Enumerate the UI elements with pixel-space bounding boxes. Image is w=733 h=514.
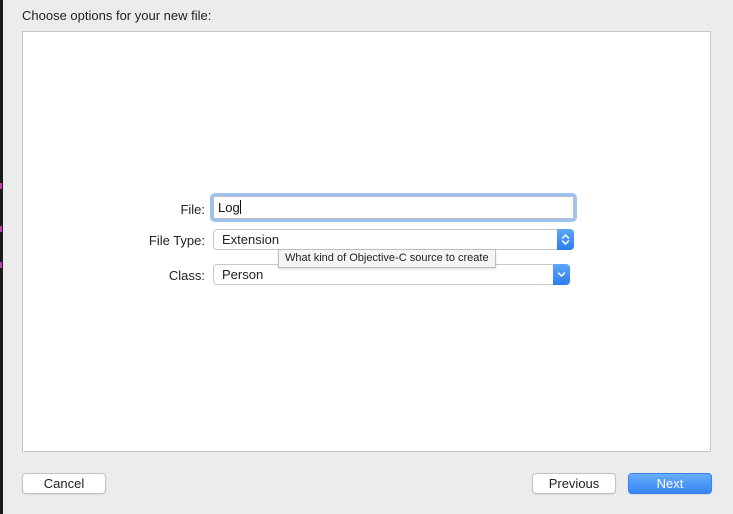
text-cursor bbox=[239, 200, 241, 214]
dialog-heading: Choose options for your new file: bbox=[22, 8, 212, 23]
stepper-arrows-icon[interactable] bbox=[557, 229, 574, 250]
background-mark bbox=[0, 262, 2, 268]
file-type-popup[interactable]: Extension bbox=[213, 229, 574, 250]
cancel-button[interactable]: Cancel bbox=[22, 473, 106, 494]
class-label: Class: bbox=[168, 268, 205, 283]
file-type-tooltip: What kind of Objective-C source to creat… bbox=[278, 249, 496, 268]
chevron-down-icon[interactable] bbox=[553, 264, 570, 285]
next-button[interactable]: Next bbox=[628, 473, 712, 494]
file-name-field[interactable]: Log bbox=[210, 193, 577, 222]
background-mark bbox=[0, 226, 2, 232]
background-mark bbox=[0, 183, 2, 189]
new-file-options-sheet: Choose options for your new file: File: … bbox=[0, 0, 733, 514]
previous-button[interactable]: Previous bbox=[532, 473, 616, 494]
file-label: File: bbox=[180, 202, 205, 217]
file-type-value: Extension bbox=[222, 232, 280, 247]
file-type-label: File Type: bbox=[148, 233, 205, 248]
background-window-edge bbox=[0, 0, 3, 514]
file-name-value: Log bbox=[218, 200, 240, 215]
class-value: Person bbox=[222, 267, 264, 282]
